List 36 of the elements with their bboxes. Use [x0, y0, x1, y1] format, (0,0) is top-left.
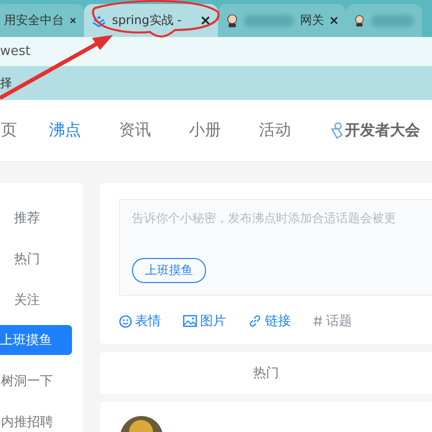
address-field[interactable]: west	[0, 44, 120, 59]
close-icon[interactable]	[330, 16, 338, 25]
sidebar-item[interactable]: 关注	[0, 279, 83, 320]
feed-tab[interactable]: 热门	[253, 364, 279, 382]
bookmark-text[interactable]: 择	[0, 74, 12, 92]
browser-tab[interactable]: 用安全中台	[0, 4, 84, 37]
image-tool-button[interactable]: 图片	[183, 312, 226, 330]
sidebar-item[interactable]: 树洞一下	[0, 360, 83, 401]
butler-avatar-icon	[354, 12, 365, 28]
nav-link[interactable]: 页	[1, 120, 17, 141]
layers-icon	[92, 14, 106, 26]
sidebar-item[interactable]: 推荐	[0, 197, 83, 238]
logo-icon	[329, 120, 343, 140]
smiley-icon	[119, 314, 132, 328]
close-icon[interactable]	[70, 16, 76, 25]
image-icon	[183, 315, 197, 327]
placeholder-text: 告诉你个小秘密，发布沸点时添加合适话题会被更	[132, 210, 397, 227]
nav-link[interactable]: 小册	[189, 120, 221, 141]
nav-link[interactable]: 活动	[259, 120, 291, 141]
topic-tag[interactable]: 上班摸鱼	[132, 258, 206, 283]
event-logo-text[interactable]: 开发者大会	[345, 121, 420, 140]
browser-tab[interactable]: spring实战 -	[84, 4, 218, 37]
sidebar-item[interactable]: 内推招聘	[0, 401, 83, 432]
nav-link[interactable]: 资讯	[119, 120, 151, 141]
sidebar-item[interactable]: 热门	[0, 238, 83, 279]
emoji-tool-button[interactable]: 表情	[119, 312, 161, 330]
link-icon	[248, 314, 262, 328]
link-tool-button[interactable]: 链接	[248, 312, 291, 330]
topic-tool-button[interactable]: 话题	[313, 312, 352, 330]
close-icon[interactable]	[201, 16, 210, 25]
browser-tab[interactable]: 网关	[218, 4, 346, 37]
hash-icon	[313, 315, 323, 327]
post-input[interactable]: 告诉你个小秘密，发布沸点时添加合适话题会被更 上班摸鱼	[119, 199, 432, 296]
butler-avatar-icon	[226, 12, 238, 28]
nav-link[interactable]: 沸点	[49, 120, 81, 141]
sidebar-item[interactable]: 上班摸鱼	[0, 325, 72, 355]
